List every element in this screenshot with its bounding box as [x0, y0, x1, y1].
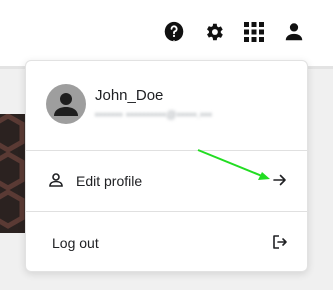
annotation-arrow [197, 149, 270, 180]
